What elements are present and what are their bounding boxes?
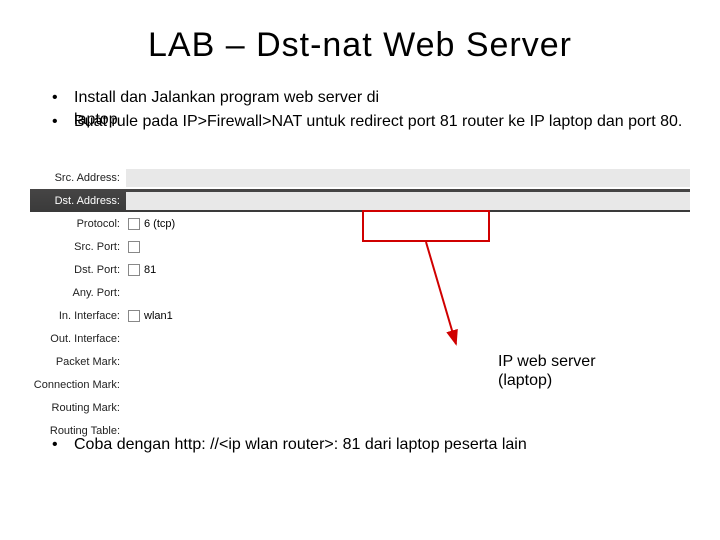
row-routing-mark: Routing Mark: [30, 396, 690, 419]
callout-line1: IP web server [498, 352, 596, 371]
field-out-interface[interactable] [126, 330, 690, 348]
bullet-1: Install dan Jalankan program web server … [50, 87, 690, 109]
invert-checkbox[interactable] [128, 264, 140, 276]
value-dst-port[interactable]: 81 [144, 264, 156, 276]
bottom-bullet-list: Coba dengan http: //<ip wlan router>: 81… [50, 436, 527, 454]
value-in-interface[interactable]: wlan1 [144, 310, 173, 322]
label-protocol: Protocol: [30, 218, 126, 230]
field-any-port[interactable] [126, 284, 690, 302]
invert-checkbox[interactable] [128, 241, 140, 253]
label-in-interface: In. Interface: [30, 310, 126, 322]
bullet-2: Buat rule pada IP>Firewall>NAT untuk red… [50, 111, 690, 133]
label-src-address: Src. Address: [30, 172, 126, 184]
invert-checkbox[interactable] [128, 218, 140, 230]
invert-checkbox[interactable] [128, 310, 140, 322]
bullet-2-text: Buat rule pada IP>Firewall>NAT untuk red… [74, 113, 682, 130]
bullet-1-line1: Install dan Jalankan program web server … [74, 89, 379, 106]
field-connection-mark[interactable] [126, 376, 690, 394]
label-packet-mark: Packet Mark: [30, 356, 126, 368]
row-dst-port: Dst. Port: 81 [30, 258, 690, 281]
label-connection-mark: Connection Mark: [30, 379, 126, 391]
row-src-address: Src. Address: [30, 166, 690, 189]
row-out-interface: Out. Interface: [30, 327, 690, 350]
bullet-list: Install dan Jalankan program web server … [30, 87, 690, 132]
field-src-address[interactable] [126, 169, 690, 187]
row-in-interface: In. Interface: wlan1 [30, 304, 690, 327]
field-packet-mark[interactable] [126, 353, 690, 371]
bullet-3-text: Coba dengan http: //<ip wlan router>: 81… [74, 436, 527, 453]
callout-line2: (laptop) [498, 371, 596, 390]
slide-title: LAB – Dst-nat Web Server [30, 26, 690, 65]
label-dst-port: Dst. Port: [30, 264, 126, 276]
callout-ip-webserver: IP web server (laptop) [498, 352, 596, 390]
field-dst-address[interactable] [126, 192, 690, 210]
label-out-interface: Out. Interface: [30, 333, 126, 345]
label-dst-address: Dst. Address: [30, 195, 126, 207]
field-routing-mark[interactable] [126, 399, 690, 417]
label-src-port: Src. Port: [30, 241, 126, 253]
row-protocol: Protocol: 6 (tcp) [30, 212, 690, 235]
label-any-port: Any. Port: [30, 287, 126, 299]
row-src-port: Src. Port: [30, 235, 690, 258]
row-any-port: Any. Port: [30, 281, 690, 304]
nat-form-screenshot: Src. Address: Dst. Address: Protocol: 6 … [30, 166, 690, 396]
bullet-3: Coba dengan http: //<ip wlan router>: 81… [50, 436, 527, 454]
label-routing-mark: Routing Mark: [30, 402, 126, 414]
label-routing-table: Routing Table: [30, 425, 126, 437]
value-protocol[interactable]: 6 (tcp) [144, 218, 175, 230]
row-dst-address: Dst. Address: [30, 189, 690, 212]
